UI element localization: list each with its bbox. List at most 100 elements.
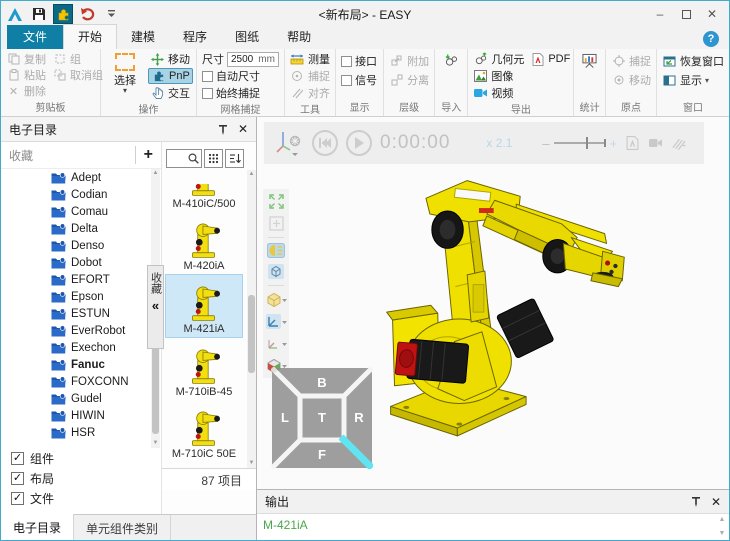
snap-button[interactable]: 捕捉	[288, 68, 332, 84]
tree-item[interactable]: Adept	[51, 169, 151, 186]
speed-slider[interactable]: – +	[542, 136, 617, 151]
auto-size-checkbox[interactable]: 自动尺寸	[200, 68, 281, 84]
scroll-down-icon[interactable]: ▼	[151, 439, 160, 448]
view-cube[interactable]: B L T R F	[271, 367, 373, 469]
menu-tab[interactable]: 文件	[7, 25, 63, 49]
view-cube-front-face[interactable]: F	[318, 447, 326, 462]
menu-tab[interactable]: 帮助	[273, 25, 325, 49]
align-button[interactable]: 对齐	[288, 85, 332, 101]
grid-view-button[interactable]	[204, 149, 223, 168]
slider-plus-icon[interactable]: +	[610, 136, 618, 151]
tree-item[interactable]: Comau	[51, 203, 151, 220]
signal-checkbox[interactable]: 信号	[339, 72, 379, 88]
add-favorite-button[interactable]: +	[135, 146, 153, 164]
shaded-cube-button[interactable]	[265, 291, 287, 308]
pnp-toggle-button[interactable]	[53, 4, 73, 24]
tree-item[interactable]: HIWIN	[51, 407, 151, 424]
always-snap-checkbox[interactable]: 始终捕捉	[200, 85, 281, 101]
qat-customize-caret-icon[interactable]	[101, 4, 121, 24]
model-thumbnail[interactable]: M-710iB-45	[165, 338, 243, 400]
panel-tab[interactable]: 电子目录	[1, 514, 74, 540]
tree-item[interactable]: EFORT	[51, 271, 151, 288]
origin-move-button[interactable]: 移动	[609, 72, 653, 88]
tree-item[interactable]: HSR	[51, 424, 151, 441]
group-button[interactable]: 组	[50, 51, 105, 67]
close-button[interactable]: ✕	[699, 4, 725, 24]
export-image-button[interactable]: 图像	[471, 68, 526, 84]
viewport-3d[interactable]: 0:00:00 x 2.1 – +	[257, 117, 729, 489]
axes-small-button[interactable]	[265, 335, 287, 352]
tree-item[interactable]: Codian	[51, 186, 151, 203]
search-input[interactable]	[166, 149, 202, 168]
statistics-button[interactable]	[580, 53, 599, 69]
view-cube-left-face[interactable]: L	[281, 410, 289, 425]
model-thumbnail[interactable]: M-420iA	[165, 212, 243, 274]
tree-item[interactable]: Epson	[51, 288, 151, 305]
detach-button[interactable]: 分离	[387, 72, 431, 88]
import-geometry-button[interactable]	[442, 53, 461, 69]
menu-tab[interactable]: 开始	[63, 24, 117, 49]
tree-item[interactable]: Exechon	[51, 339, 151, 356]
menu-tab[interactable]: 建模	[117, 25, 169, 49]
pin-icon[interactable]	[691, 496, 701, 507]
play-button[interactable]	[346, 130, 372, 156]
scroll-up-icon[interactable]: ▲	[719, 516, 726, 524]
origin-axes-icon[interactable]	[274, 128, 304, 158]
save-button[interactable]	[29, 4, 49, 24]
tree-item[interactable]: FOXCONN	[51, 373, 151, 390]
filter-checkbox-row[interactable]: ✓ 组件	[11, 448, 54, 468]
fit-selection-button[interactable]	[268, 215, 285, 232]
thumbnail-scroll-thumb[interactable]	[248, 295, 255, 372]
app-logo-icon[interactable]	[5, 4, 25, 24]
menu-tab[interactable]: 程序	[169, 25, 221, 49]
record-video-icon[interactable]	[648, 136, 663, 151]
menu-tab[interactable]: 图纸	[221, 25, 273, 49]
tree-item[interactable]: Delta	[51, 220, 151, 237]
model-thumbnail[interactable]: M-710iC 50E	[165, 400, 243, 462]
view-cube-back-face[interactable]: B	[317, 375, 326, 390]
delete-button[interactable]: ✕ 删除	[4, 83, 48, 99]
view-cube-top-face[interactable]: T	[318, 410, 326, 425]
attach-button[interactable]: 附加	[387, 53, 431, 69]
robot-model-m421ia[interactable]	[369, 159, 693, 483]
render-style-button[interactable]	[267, 243, 285, 258]
interact-button[interactable]: 交互	[148, 85, 193, 101]
frames-axes-button[interactable]	[265, 313, 287, 330]
tree-item[interactable]: Fanuc	[51, 356, 151, 373]
tree-item[interactable]: Gudel	[51, 390, 151, 407]
model-thumbnail[interactable]: M-410iC/500	[165, 172, 243, 212]
close-panel-icon[interactable]: ✕	[238, 123, 248, 135]
slider-handle[interactable]	[586, 137, 588, 149]
view-cube-right-face[interactable]: R	[354, 410, 364, 425]
measure-button[interactable]: 测量	[288, 51, 332, 67]
thumbnail-scrollbar[interactable]: ▲ ▼	[247, 170, 256, 468]
tree-item[interactable]: Dobot	[51, 254, 151, 271]
tree-item[interactable]: Denso	[51, 237, 151, 254]
copy-button[interactable]: 复制	[4, 51, 48, 67]
output-scrollbar[interactable]: ▲▼	[717, 516, 727, 538]
scroll-down-icon[interactable]: ▼	[719, 530, 726, 538]
filter-checkbox-row[interactable]: ✓ 文件	[11, 488, 54, 508]
ungroup-button[interactable]: 取消组	[50, 67, 105, 83]
scroll-down-icon[interactable]: ▼	[247, 459, 256, 468]
export-geometry-button[interactable]: 几何元	[471, 51, 526, 67]
export-pdf-button[interactable]: PDF	[528, 51, 572, 67]
filter-checkbox-row[interactable]: ✓ 布局	[11, 468, 54, 488]
paste-button[interactable]: 粘贴	[4, 67, 48, 83]
pin-icon[interactable]	[218, 124, 228, 135]
fit-all-button[interactable]	[268, 193, 285, 210]
minimize-button[interactable]: –	[647, 4, 673, 24]
restore-window-button[interactable]: 恢复窗口	[660, 53, 726, 69]
export-video-button[interactable]: 视频	[471, 85, 526, 101]
show-window-button[interactable]: 显示 ▾	[660, 72, 726, 88]
wireframe-cube-button[interactable]	[267, 263, 285, 280]
pnp-button[interactable]: PnP	[148, 68, 193, 84]
help-icon[interactable]: ?	[703, 31, 719, 47]
move-button[interactable]: 移动	[148, 51, 193, 67]
export-pdf-view-icon[interactable]	[625, 136, 640, 151]
favorites-collapse-tab[interactable]: 收藏 «	[147, 265, 164, 349]
slider-track[interactable]	[554, 142, 606, 144]
origin-snap-button[interactable]: 捕捉	[609, 53, 653, 69]
scroll-up-icon[interactable]: ▲	[247, 170, 256, 179]
size-input[interactable]: 2500 mm	[227, 52, 279, 67]
